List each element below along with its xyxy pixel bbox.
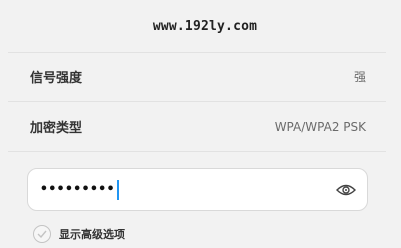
- advanced-checkbox[interactable]: [33, 225, 51, 243]
- signal-strength-label: 信号强度: [30, 71, 83, 86]
- check-icon: [37, 230, 47, 238]
- advanced-options-label: 显示高级选项: [59, 228, 125, 241]
- security-type-row: 加密类型 WPA/WPA2 PSK: [8, 102, 386, 152]
- show-password-toggle[interactable]: [335, 179, 357, 201]
- password-input[interactable]: •••••••••: [40, 182, 115, 197]
- eye-icon: [336, 184, 356, 195]
- signal-strength-value: 强: [353, 70, 366, 84]
- signal-strength-row: 信号强度 强: [8, 52, 386, 102]
- security-type-value: WPA/WPA2 PSK: [274, 119, 366, 134]
- text-caret: [116, 179, 119, 200]
- security-type-label: 加密类型: [30, 121, 83, 136]
- show-advanced-options[interactable]: 显示高级选项: [33, 222, 125, 246]
- password-field[interactable]: •••••••••: [27, 168, 368, 211]
- wifi-connect-screen: www.192ly.com 信号强度 强 加密类型 WPA/WPA2 PSK •…: [8, 0, 386, 248]
- header: www.192ly.com: [8, 0, 386, 53]
- header-title: www.192ly.com: [152, 18, 258, 34]
